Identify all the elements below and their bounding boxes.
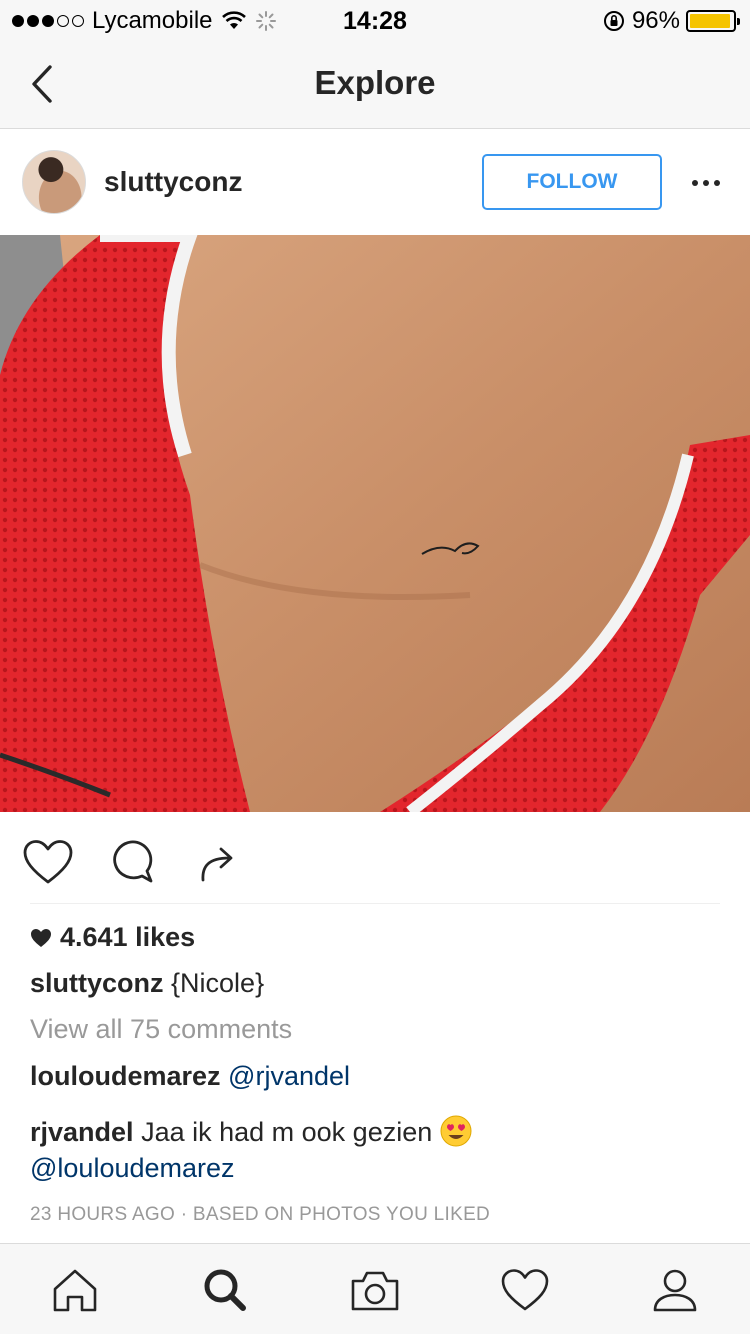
tab-home[interactable] <box>47 1264 103 1316</box>
post-header: sluttyconz FOLLOW <box>0 130 750 235</box>
heart-filled-icon <box>31 928 51 947</box>
orientation-lock-icon <box>603 11 624 31</box>
post-photo[interactable] <box>0 235 750 812</box>
caption-username[interactable]: sluttyconz <box>30 968 164 998</box>
comment-button[interactable] <box>103 834 159 890</box>
follow-button[interactable]: FOLLOW <box>482 154 662 210</box>
view-all-comments-link[interactable]: View all 75 comments <box>30 1014 292 1045</box>
share-arrow-icon <box>201 847 233 882</box>
separator: · <box>180 1204 188 1225</box>
more-options-button[interactable] <box>684 168 728 198</box>
like-button[interactable] <box>20 834 76 890</box>
tab-activity[interactable] <box>497 1264 553 1316</box>
status-right: 96% <box>602 7 740 35</box>
caption: sluttyconz {Nicole} <box>30 968 264 999</box>
tab-bar <box>0 1243 750 1334</box>
camera-icon <box>351 1271 399 1311</box>
comment-mention[interactable]: @louloudemarez <box>30 1153 235 1183</box>
post-actions <box>0 812 750 904</box>
ellipsis-icon <box>692 180 698 186</box>
battery-icon <box>686 10 740 32</box>
comment-mention[interactable]: @rjvandel <box>228 1061 350 1091</box>
comment-username[interactable]: rjvandel <box>30 1117 134 1147</box>
avatar[interactable] <box>22 150 86 214</box>
share-button[interactable] <box>188 834 244 890</box>
heart-eyes-emoji-icon <box>440 1115 472 1147</box>
heart-outline-icon <box>23 840 73 884</box>
comment-item: rjvandel Jaa ik had m ook gezien @loulou… <box>30 1114 720 1186</box>
recommendation-reason: BASED ON PHOTOS YOU LIKED <box>192 1204 491 1225</box>
caption-text: {Nicole} <box>171 968 265 998</box>
comment-username[interactable]: louloudemarez <box>30 1061 221 1091</box>
battery-percent: 96% <box>631 7 680 34</box>
tab-search[interactable] <box>197 1264 253 1316</box>
home-icon <box>53 1269 97 1312</box>
heart-icon <box>501 1269 549 1311</box>
tab-profile[interactable] <box>647 1264 703 1316</box>
comment-text: Jaa ik had m ook gezien <box>141 1117 433 1147</box>
comment-icon <box>113 840 153 883</box>
actions-divider <box>30 903 720 904</box>
page-title: Explore <box>314 64 436 101</box>
likes-text: 4.641 likes <box>60 922 196 952</box>
nav-bar: Explore <box>0 40 750 129</box>
time-ago: 23 HOURS AGO <box>30 1204 176 1225</box>
status-bar: Lycamobile 14:28 96% <box>0 0 750 40</box>
likes-count[interactable]: 4.641 likes <box>30 922 195 953</box>
tab-camera[interactable] <box>347 1264 403 1316</box>
profile-icon <box>653 1269 697 1312</box>
post-username[interactable]: sluttyconz <box>104 166 242 198</box>
post-timestamp: 23 HOURS AGO · BASED ON PHOTOS YOU LIKED <box>30 1204 490 1226</box>
comment-item: louloudemarez @rjvandel <box>30 1058 720 1094</box>
post-photo-image <box>0 235 750 812</box>
search-icon <box>204 1269 246 1311</box>
